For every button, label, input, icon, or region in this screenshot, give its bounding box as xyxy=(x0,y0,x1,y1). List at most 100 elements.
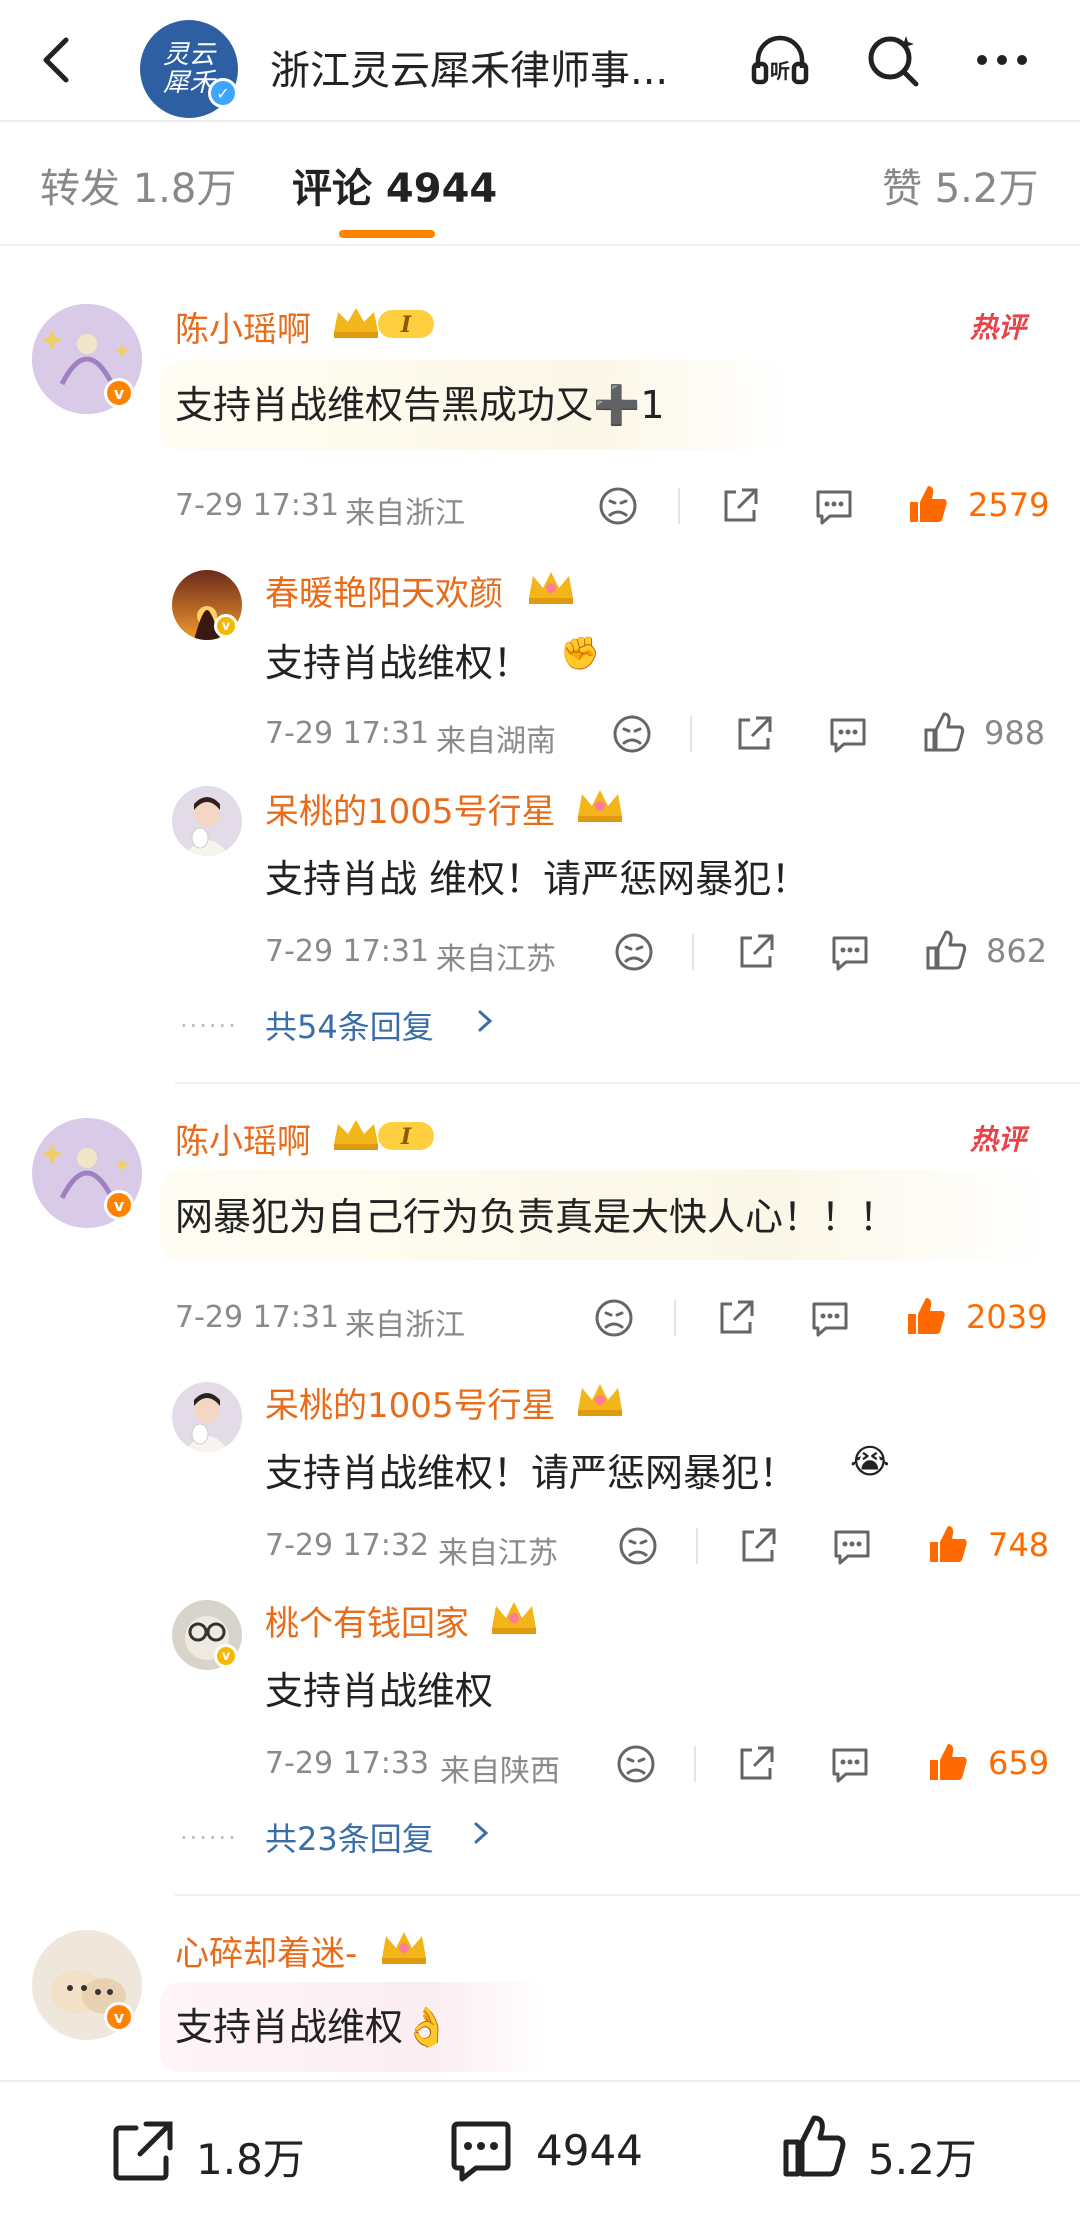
tab-repost[interactable]: 转发 1.8万 xyxy=(40,156,236,214)
reply-time: 7-29 17:32 xyxy=(265,1528,430,1563)
reply-time: 7-29 17:33 xyxy=(265,1746,430,1781)
comment-username[interactable]: 心碎却着迷- xyxy=(175,1926,357,1975)
listen-icon[interactable]: 听 xyxy=(748,28,812,92)
bottom-action-bar: 1.8万 4944 5.2万 xyxy=(0,2080,1080,2220)
verified-badge-icon: v xyxy=(104,2002,134,2032)
reply-text: 支持肖战维权！请严惩网暴犯！ xyxy=(265,1451,798,1495)
dislike-icon[interactable] xyxy=(610,712,654,756)
vip-level-badge: I xyxy=(330,302,440,342)
back-icon[interactable] xyxy=(28,30,88,90)
member-crown-icon xyxy=(488,1596,540,1636)
reply-text: 支持肖战维权 xyxy=(265,1669,494,1713)
comment-divider xyxy=(175,1082,1080,1084)
reply-time: 7-29 17:31 xyxy=(265,934,430,969)
separator xyxy=(690,716,692,752)
avatar[interactable] xyxy=(172,1382,242,1452)
like-icon[interactable] xyxy=(926,1740,970,1784)
chevron-right-icon[interactable] xyxy=(466,1818,496,1848)
fist-emoji-icon: ✊ xyxy=(560,634,600,672)
comment-divider xyxy=(175,1894,1080,1896)
comment-count[interactable]: 4944 xyxy=(536,2126,643,2175)
comment-time: 7-29 17:31 xyxy=(175,488,340,523)
tab-likes[interactable]: 赞 5.2万 xyxy=(882,156,1038,214)
hot-comment-badge: 热评 xyxy=(970,311,1027,344)
like-icon[interactable] xyxy=(926,1522,970,1566)
reply-text: 支持肖战 维权！请严惩网暴犯！ xyxy=(265,857,810,901)
comment-text: 支持肖战维权👌 xyxy=(175,2005,451,2049)
dislike-icon[interactable] xyxy=(616,1524,660,1568)
page-title[interactable]: 浙江灵云犀禾律师事... xyxy=(270,38,668,96)
more-replies-dots: ······ xyxy=(180,1824,238,1852)
reply-icon[interactable] xyxy=(828,1742,872,1786)
member-crown-icon xyxy=(378,1926,430,1966)
chevron-right-icon[interactable] xyxy=(470,1006,500,1036)
tabs-divider xyxy=(0,244,1080,246)
like-count: 988 xyxy=(984,714,1046,752)
reply-icon[interactable] xyxy=(826,712,870,756)
separator xyxy=(694,1746,696,1782)
share-icon[interactable] xyxy=(714,1296,758,1340)
vip-level-badge: I xyxy=(330,1114,440,1154)
reply-username[interactable]: 呆桃的1005号行星 xyxy=(265,784,556,833)
dislike-icon[interactable] xyxy=(596,484,640,528)
search-icon[interactable] xyxy=(862,28,926,92)
like-count: 2039 xyxy=(966,1298,1048,1336)
top-bar: 灵云犀禾 ✓ 浙江灵云犀禾律师事... 听 xyxy=(0,0,1080,120)
share-icon[interactable] xyxy=(732,712,776,756)
reply-location: 来自陕西 xyxy=(440,1754,560,1789)
separator xyxy=(674,1300,676,1336)
cry-emoji-icon: 😭 xyxy=(850,1442,890,1482)
share-icon[interactable] xyxy=(736,1524,780,1568)
active-tab-indicator xyxy=(339,230,435,238)
tab-comments[interactable]: 评论 4944 xyxy=(292,156,497,214)
reply-username[interactable]: 呆桃的1005号行星 xyxy=(265,1378,556,1427)
repost-count[interactable]: 1.8万 xyxy=(196,2126,305,2187)
reply-icon[interactable] xyxy=(828,930,872,974)
member-crown-icon xyxy=(574,1378,626,1418)
vip-level-text: I xyxy=(400,312,412,338)
verified-badge-icon: ✓ xyxy=(208,78,238,108)
separator xyxy=(696,1528,698,1564)
verified-badge-icon: v xyxy=(214,1644,238,1668)
comment-icon[interactable] xyxy=(446,2116,516,2186)
vip-level-text: I xyxy=(400,1124,412,1150)
like-icon[interactable] xyxy=(780,2112,850,2182)
verified-badge-icon: v xyxy=(104,1190,134,1220)
like-icon[interactable] xyxy=(904,1294,948,1338)
dislike-icon[interactable] xyxy=(614,1742,658,1786)
hot-comment-badge: 热评 xyxy=(970,1123,1027,1156)
comment-text: 网暴犯为自己行为负责真是大快人心！！！ xyxy=(175,1195,898,1239)
reply-text: 支持肖战维权！ xyxy=(265,641,532,685)
reply-icon[interactable] xyxy=(812,484,856,528)
like-count: 748 xyxy=(988,1526,1050,1564)
like-icon[interactable] xyxy=(922,710,966,754)
reply-location: 来自江苏 xyxy=(436,942,556,977)
more-replies-link[interactable]: 共54条回复 xyxy=(265,1002,434,1048)
like-icon[interactable] xyxy=(924,928,968,972)
more-replies-dots: ······ xyxy=(180,1012,238,1040)
separator xyxy=(678,488,680,524)
comment-username[interactable]: 陈小瑶啊 xyxy=(175,302,311,351)
share-icon[interactable] xyxy=(718,484,762,528)
like-count[interactable]: 5.2万 xyxy=(868,2126,977,2187)
reply-icon[interactable] xyxy=(830,1524,874,1568)
more-icon[interactable] xyxy=(970,28,1034,92)
share-icon[interactable] xyxy=(734,930,778,974)
dislike-icon[interactable] xyxy=(612,930,656,974)
like-icon[interactable] xyxy=(906,482,950,526)
comment-time: 7-29 17:31 xyxy=(175,1300,340,1335)
more-replies-link[interactable]: 共23条回复 xyxy=(265,1814,434,1860)
reply-icon[interactable] xyxy=(808,1296,852,1340)
reply-username[interactable]: 桃个有钱回家 xyxy=(265,1596,469,1645)
header-divider xyxy=(0,120,1080,122)
comment-username[interactable]: 陈小瑶啊 xyxy=(175,1114,311,1163)
svg-text:听: 听 xyxy=(770,59,790,83)
verified-badge-icon: v xyxy=(104,378,134,408)
repost-icon[interactable] xyxy=(108,2116,178,2186)
reply-time: 7-29 17:31 xyxy=(265,716,430,751)
avatar[interactable] xyxy=(172,786,242,856)
share-icon[interactable] xyxy=(734,1742,778,1786)
dislike-icon[interactable] xyxy=(592,1296,636,1340)
reply-username[interactable]: 春暖艳阳天欢颜 xyxy=(265,566,503,615)
comment-location: 来自浙江 xyxy=(345,1308,465,1343)
